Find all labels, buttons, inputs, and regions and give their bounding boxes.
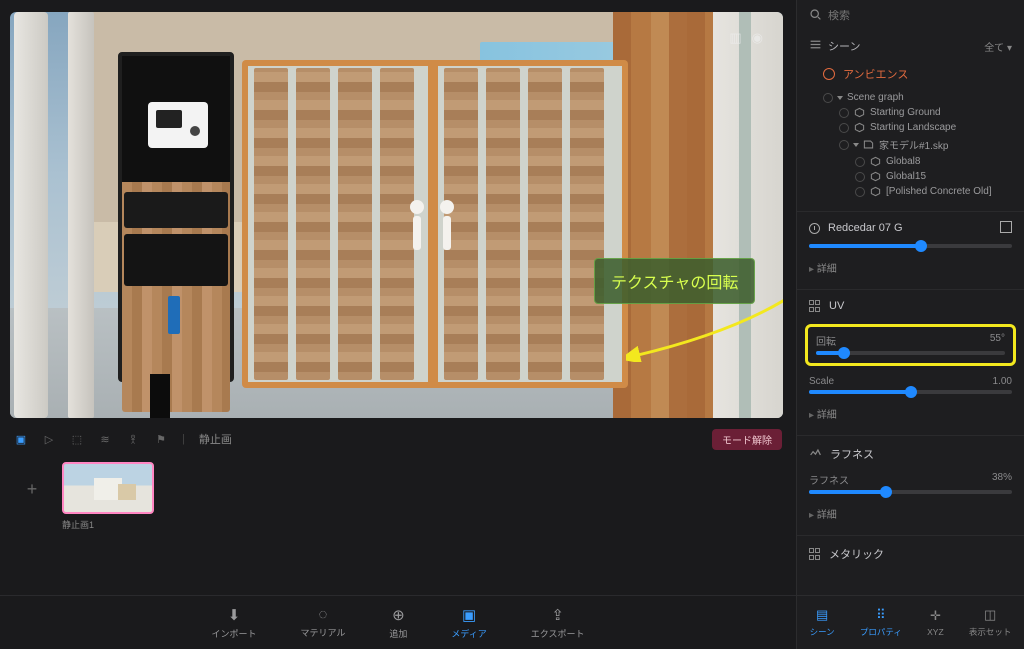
material-section-head: Redcedar 07 G bbox=[797, 211, 1024, 240]
property-tab-icon: ⠿ bbox=[876, 607, 886, 623]
import-icon: ⬇ bbox=[228, 606, 241, 624]
tree-house-model[interactable]: 家モデル#1.skp bbox=[805, 135, 1020, 154]
metallic-icon bbox=[809, 548, 821, 560]
tool-walk-icon[interactable]: 𖨆 bbox=[126, 432, 140, 446]
search-icon bbox=[809, 8, 822, 24]
add-media-button[interactable]: + bbox=[20, 478, 44, 502]
rnav-display-set[interactable]: ◫ 表示セット bbox=[969, 607, 1012, 638]
scene-filter-all[interactable]: 全て ▾ bbox=[984, 39, 1012, 54]
tree-starting-ground[interactable]: Starting Ground bbox=[805, 105, 1020, 120]
bottom-nav: ⬇ インポート ◌ マテリアル ⊕ 追加 ▣ メディア ⇪ エクスポート bbox=[0, 595, 796, 649]
roughness-value: 38% bbox=[992, 472, 1012, 487]
roughness-detail-toggle[interactable]: 詳細 bbox=[797, 496, 1024, 531]
viewport-3d[interactable]: ▥ ◉ テクスチャの回転 bbox=[10, 12, 783, 418]
nav-add[interactable]: ⊕ 追加 bbox=[389, 606, 407, 640]
tree-global8[interactable]: Global8 bbox=[805, 154, 1020, 169]
nav-import[interactable]: ⬇ インポート bbox=[211, 606, 256, 640]
uv-detail-toggle[interactable]: 詳細 bbox=[797, 396, 1024, 431]
roughness-section-head: ラフネス bbox=[797, 435, 1024, 468]
tool-stack-icon[interactable]: ≋ bbox=[98, 432, 112, 446]
tree-scene-graph[interactable]: Scene graph bbox=[805, 90, 1020, 105]
uv-section-head: UV bbox=[797, 289, 1024, 318]
uv-rotation-value: 55° bbox=[990, 333, 1005, 348]
nav-media[interactable]: ▣ メディア bbox=[451, 606, 486, 640]
annotation-label: テクスチャの回転 bbox=[594, 258, 755, 304]
display-set-tab-icon: ◫ bbox=[984, 607, 996, 623]
ambience-icon bbox=[823, 68, 835, 80]
scene-tab-icon: ▤ bbox=[816, 607, 828, 623]
viewport-grid-icon[interactable]: ▥ bbox=[729, 30, 741, 46]
viewport-toolbar: ▣ ▷ ⬚ ≋ 𖨆 ⚑ | 静止画 モード解除 bbox=[0, 424, 796, 454]
roughness-slider[interactable] bbox=[809, 490, 1012, 494]
media-thumbnail-label: 静止画1 bbox=[62, 518, 154, 531]
scene-tree: Scene graph Starting Ground Starting Lan… bbox=[797, 88, 1024, 207]
uv-icon bbox=[809, 300, 821, 312]
add-icon: ⊕ bbox=[392, 606, 405, 624]
nav-export[interactable]: ⇪ エクスポート bbox=[531, 606, 585, 640]
roughness-label: ラフネス bbox=[809, 472, 849, 487]
material-intensity-slider[interactable] bbox=[809, 244, 1012, 248]
uv-rotation-highlight: 回転 55° bbox=[805, 324, 1016, 366]
media-tray: + 静止画1 bbox=[0, 454, 796, 539]
material-detail-toggle[interactable]: 詳細 bbox=[797, 250, 1024, 285]
tool-pano-icon[interactable]: ⬚ bbox=[70, 432, 84, 446]
right-bottom-nav: ▤ シーン ⠿ プロパティ ✛ XYZ ◫ 表示セット bbox=[797, 595, 1024, 649]
xyz-tab-icon: ✛ bbox=[930, 608, 941, 624]
roughness-icon bbox=[809, 446, 822, 462]
scene-list-icon bbox=[809, 38, 822, 54]
viewport-visibility-icon[interactable]: ◉ bbox=[752, 30, 763, 46]
uv-scale-slider[interactable] bbox=[809, 390, 1012, 394]
media-thumbnail[interactable] bbox=[62, 462, 154, 514]
tree-polished-concrete[interactable]: [Polished Concrete Old] bbox=[805, 184, 1020, 199]
uv-rotation-label: 回転 bbox=[816, 333, 836, 348]
uv-scale-value: 1.00 bbox=[993, 376, 1012, 387]
copy-icon[interactable] bbox=[1002, 223, 1012, 233]
rnav-property[interactable]: ⠿ プロパティ bbox=[860, 607, 902, 638]
tree-global15[interactable]: Global15 bbox=[805, 169, 1020, 184]
uv-scale-label: Scale bbox=[809, 376, 834, 387]
rnav-xyz[interactable]: ✛ XYZ bbox=[927, 608, 944, 637]
nav-material[interactable]: ◌ マテリアル bbox=[300, 606, 345, 639]
search-input[interactable] bbox=[828, 10, 1012, 22]
ambience-row[interactable]: アンビエンス bbox=[797, 60, 1024, 88]
rnav-scene[interactable]: ▤ シーン bbox=[810, 607, 835, 638]
export-icon: ⇪ bbox=[551, 606, 564, 624]
media-icon: ▣ bbox=[462, 606, 476, 624]
uv-rotation-slider[interactable] bbox=[816, 351, 1005, 355]
metallic-section-head: メタリック bbox=[797, 535, 1024, 568]
viewport-mode-label: 静止画 bbox=[199, 431, 232, 447]
material-icon: ◌ bbox=[318, 606, 327, 623]
mode-release-button[interactable]: モード解除 bbox=[712, 429, 782, 450]
tree-starting-landscape[interactable]: Starting Landscape bbox=[805, 120, 1020, 135]
tool-image-icon[interactable]: ▣ bbox=[14, 432, 28, 446]
scene-header-label: シーン bbox=[828, 38, 860, 54]
tool-flag-icon[interactable]: ⚑ bbox=[154, 432, 168, 446]
clock-icon bbox=[809, 223, 820, 234]
tool-play-icon[interactable]: ▷ bbox=[42, 432, 56, 446]
